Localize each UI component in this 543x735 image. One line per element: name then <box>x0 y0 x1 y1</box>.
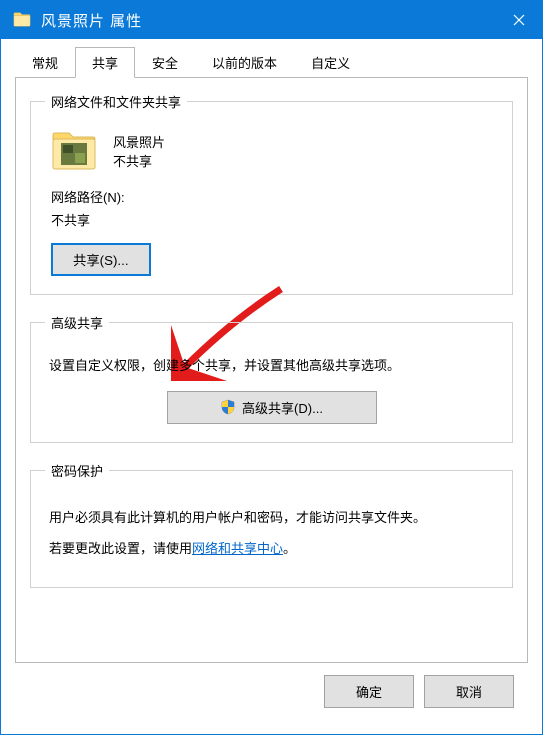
group-legend: 高级共享 <box>45 313 109 332</box>
tab-general[interactable]: 常规 <box>15 47 75 78</box>
tab-strip: 常规 共享 安全 以前的版本 自定义 <box>15 47 528 78</box>
folder-share-status: 不共享 <box>113 151 165 170</box>
ok-button[interactable]: 确定 <box>324 675 414 708</box>
text-run: 。 <box>283 541 296 556</box>
tab-custom[interactable]: 自定义 <box>294 47 367 78</box>
network-sharing-center-link[interactable]: 网络和共享中心 <box>192 541 283 556</box>
folder-icon <box>13 11 31 29</box>
uac-shield-icon <box>220 399 236 415</box>
advanced-share-button-label: 高级共享(D)... <box>242 398 323 417</box>
cancel-button[interactable]: 取消 <box>424 675 514 708</box>
network-path-value: 不共享 <box>51 210 498 229</box>
tab-previous-versions[interactable]: 以前的版本 <box>195 47 294 78</box>
share-button[interactable]: 共享(S)... <box>51 243 151 276</box>
advanced-share-button[interactable]: 高级共享(D)... <box>167 391 377 424</box>
folder-name: 风景照片 <box>113 132 165 151</box>
network-path-label: 网络路径(N): <box>51 187 498 206</box>
group-legend: 网络文件和文件夹共享 <box>45 92 187 111</box>
tab-share[interactable]: 共享 <box>75 47 135 78</box>
group-legend: 密码保护 <box>45 461 109 480</box>
close-button[interactable] <box>496 1 542 39</box>
group-network-sharing: 网络文件和文件夹共享 风景照片 不共享 <box>30 92 513 295</box>
text-run: 若要更改此设置，请使用 <box>49 541 192 556</box>
group-password-protection: 密码保护 用户必须具有此计算机的用户帐户和密码，才能访问共享文件夹。 若要更改此… <box>30 461 513 588</box>
tab-security[interactable]: 安全 <box>135 47 195 78</box>
client-area: 常规 共享 安全 以前的版本 自定义 网络文件和文件夹共享 <box>1 39 542 734</box>
advanced-sharing-description: 设置自定义权限，创建多个共享，并设置其他高级共享选项。 <box>49 356 494 377</box>
close-icon <box>513 14 525 26</box>
titlebar[interactable]: 风景照片 属性 <box>1 1 542 39</box>
group-advanced-sharing: 高级共享 设置自定义权限，创建多个共享，并设置其他高级共享选项。 <box>30 313 513 443</box>
tab-panel-share: 网络文件和文件夹共享 风景照片 不共享 <box>15 77 528 663</box>
folder-thumbnail-icon <box>51 129 97 173</box>
dialog-footer: 确定 取消 <box>15 663 528 720</box>
password-protection-line2: 若要更改此设置，请使用网络和共享中心。 <box>49 537 494 560</box>
properties-dialog: 风景照片 属性 常规 共享 安全 以前的版本 自定义 网络文件和文件夹共享 <box>0 0 543 735</box>
window-title: 风景照片 属性 <box>41 10 142 31</box>
password-protection-line1: 用户必须具有此计算机的用户帐户和密码，才能访问共享文件夹。 <box>49 506 494 529</box>
